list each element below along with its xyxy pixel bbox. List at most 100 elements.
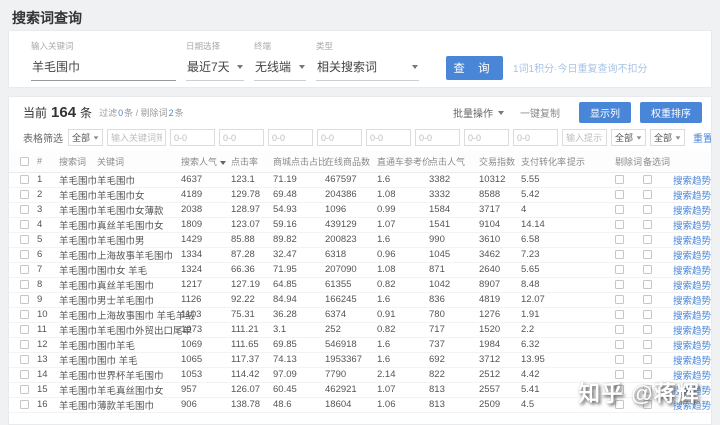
row-checkbox[interactable] xyxy=(20,340,29,349)
search-trend-link[interactable]: 搜索趋势 xyxy=(673,341,711,352)
search-trend-link[interactable]: 搜索趋势 xyxy=(673,281,711,292)
range-filter-input-1[interactable] xyxy=(170,129,215,146)
candidate-word-checkbox[interactable] xyxy=(643,355,652,364)
range-filter-input-2[interactable] xyxy=(219,129,264,146)
exclude-word-checkbox[interactable] xyxy=(615,205,624,214)
range-filter-input-7[interactable] xyxy=(464,129,509,146)
candidate-word-checkbox[interactable] xyxy=(643,190,652,199)
range-filter-input-3[interactable] xyxy=(268,129,313,146)
exclude-word-checkbox[interactable] xyxy=(615,280,624,289)
online-products-cell: 6374 xyxy=(325,307,377,322)
candidate-word-checkbox[interactable] xyxy=(643,175,652,184)
candidate-word-checkbox[interactable] xyxy=(643,220,652,229)
row-checkbox[interactable] xyxy=(20,205,29,214)
candidate-word-checkbox[interactable] xyxy=(643,310,652,319)
search-trend-link[interactable]: 搜索趋势 xyxy=(673,236,711,247)
column-header[interactable]: 搜索词 xyxy=(59,151,97,172)
column-header[interactable]: 交易指数 xyxy=(479,151,521,172)
exclude-word-checkbox[interactable] xyxy=(615,220,624,229)
query-button[interactable]: 查 询 xyxy=(446,56,503,80)
keyword-field[interactable]: 输入关键词 羊毛围巾 xyxy=(31,40,176,81)
row-checkbox[interactable] xyxy=(20,295,29,304)
search-trend-link[interactable]: 搜索趋势 xyxy=(673,176,711,187)
search-trend-link[interactable]: 搜索趋势 xyxy=(673,356,711,367)
column-header[interactable]: 点击人气 xyxy=(429,151,479,172)
transaction-index-cell: 9104 xyxy=(479,217,521,232)
column-header[interactable]: 关键词 xyxy=(97,151,181,172)
row-checkbox[interactable] xyxy=(20,235,29,244)
search-trend-link[interactable]: 搜索趋势 xyxy=(673,266,711,277)
exclude-word-checkbox[interactable] xyxy=(615,175,624,184)
row-checkbox[interactable] xyxy=(20,385,29,394)
column-header[interactable]: 搜索人气 xyxy=(181,151,231,172)
column-header[interactable]: 提示 xyxy=(567,151,615,172)
row-checkbox[interactable] xyxy=(20,175,29,184)
exclude-word-checkbox[interactable] xyxy=(615,265,624,274)
candidate-word-checkbox[interactable] xyxy=(643,235,652,244)
weight-sort-button[interactable]: 权重排序 xyxy=(640,102,702,123)
select-all-checkbox[interactable] xyxy=(20,157,29,166)
row-checkbox[interactable] xyxy=(20,370,29,379)
search-trend-link[interactable]: 搜索趋势 xyxy=(673,251,711,262)
filter-select-candidate[interactable]: 全部 xyxy=(650,129,685,146)
search-trend-link[interactable]: 搜索趋势 xyxy=(673,296,711,307)
search-word-cell: 羊毛围巾 xyxy=(59,217,97,232)
type-select[interactable]: 类型 相关搜索词 xyxy=(316,40,419,81)
exclude-word-checkbox[interactable] xyxy=(615,355,624,364)
column-header[interactable]: 在线商品数 xyxy=(325,151,377,172)
hint-cell xyxy=(567,352,615,367)
column-header[interactable]: 剔除词 xyxy=(615,151,643,172)
row-checkbox[interactable] xyxy=(20,280,29,289)
column-header[interactable]: 商城点击占比 xyxy=(273,151,325,172)
column-header[interactable]: 支付转化率 xyxy=(521,151,567,172)
candidate-word-checkbox[interactable] xyxy=(643,325,652,334)
filter-select-all[interactable]: 全部 xyxy=(68,129,103,146)
show-columns-button[interactable]: 显示列 xyxy=(579,102,631,123)
click-popularity-cell: 813 xyxy=(429,397,479,412)
row-checkbox[interactable] xyxy=(20,220,29,229)
column-header[interactable]: 直通车参考价 xyxy=(377,151,429,172)
range-filter-input-5[interactable] xyxy=(366,129,411,146)
row-checkbox[interactable] xyxy=(20,400,29,409)
row-checkbox[interactable] xyxy=(20,325,29,334)
column-header[interactable]: # xyxy=(37,151,59,172)
exclude-word-checkbox[interactable] xyxy=(615,235,624,244)
row-checkbox[interactable] xyxy=(20,355,29,364)
search-trend-link[interactable]: 搜索趋势 xyxy=(673,206,711,217)
search-trend-link[interactable]: 搜索趋势 xyxy=(673,191,711,202)
exclude-word-checkbox[interactable] xyxy=(615,250,624,259)
row-checkbox[interactable] xyxy=(20,265,29,274)
candidate-word-checkbox[interactable] xyxy=(643,340,652,349)
range-filter-input-8[interactable] xyxy=(513,129,558,146)
row-checkbox[interactable] xyxy=(20,250,29,259)
reset-conditions-link[interactable]: 重置条件 xyxy=(693,130,712,145)
hint-filter-input[interactable] xyxy=(562,129,607,146)
exclude-word-checkbox[interactable] xyxy=(615,325,624,334)
exclude-word-checkbox[interactable] xyxy=(615,310,624,319)
row-checkbox[interactable] xyxy=(20,190,29,199)
hint-cell xyxy=(567,217,615,232)
search-trend-link[interactable]: 搜索趋势 xyxy=(673,221,711,232)
candidate-word-checkbox[interactable] xyxy=(643,250,652,259)
range-filter-input-6[interactable] xyxy=(415,129,460,146)
column-header[interactable]: 备选词 xyxy=(643,151,673,172)
range-filter-input-4[interactable] xyxy=(317,129,362,146)
one-click-copy[interactable]: 一键复制 xyxy=(520,105,560,120)
search-trend-link[interactable]: 搜索趋势 xyxy=(673,311,711,322)
batch-action-dropdown[interactable]: 批量操作 xyxy=(453,105,504,120)
transaction-index-cell: 1984 xyxy=(479,337,521,352)
terminal-select[interactable]: 终端 无线端 xyxy=(254,40,306,81)
candidate-word-checkbox[interactable] xyxy=(643,280,652,289)
column-header[interactable]: 点击率 xyxy=(231,151,273,172)
filter-select-exclude[interactable]: 全部 xyxy=(611,129,646,146)
date-select[interactable]: 日期选择 最近7天 xyxy=(186,40,244,81)
exclude-word-checkbox[interactable] xyxy=(615,295,624,304)
candidate-word-checkbox[interactable] xyxy=(643,295,652,304)
row-checkbox[interactable] xyxy=(20,310,29,319)
exclude-word-checkbox[interactable] xyxy=(615,190,624,199)
candidate-word-checkbox[interactable] xyxy=(643,265,652,274)
search-trend-link[interactable]: 搜索趋势 xyxy=(673,326,711,337)
exclude-word-checkbox[interactable] xyxy=(615,340,624,349)
keyword-filter-input[interactable] xyxy=(107,129,166,146)
candidate-word-checkbox[interactable] xyxy=(643,205,652,214)
